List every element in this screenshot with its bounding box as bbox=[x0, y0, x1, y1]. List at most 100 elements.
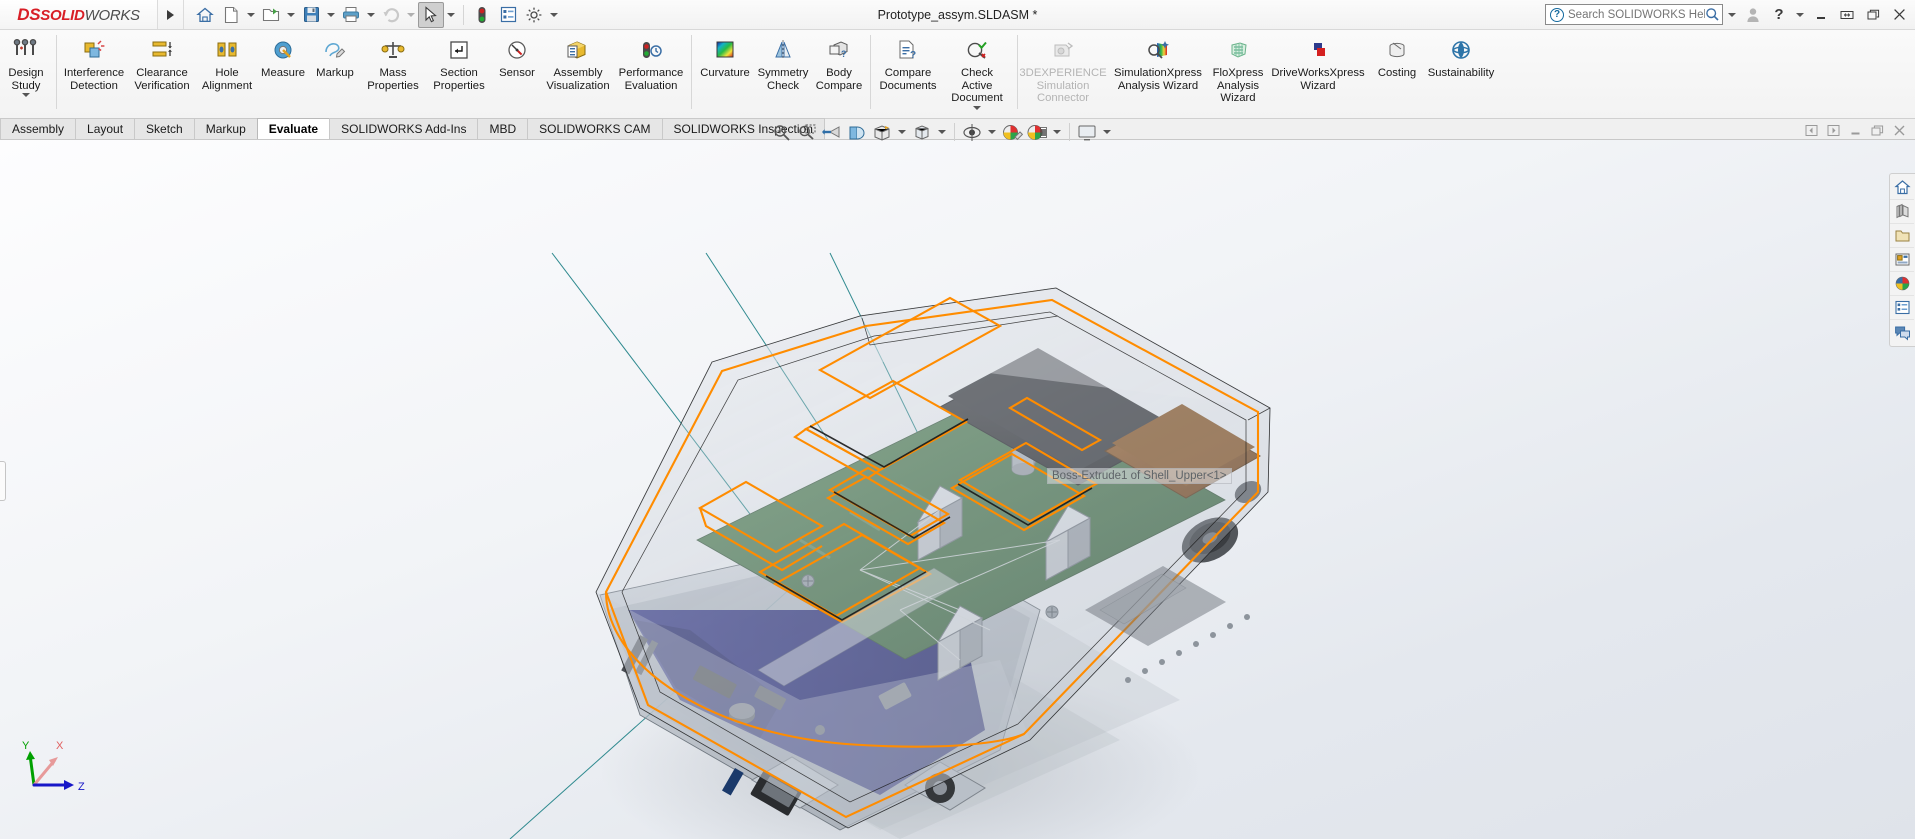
tab-layout[interactable]: Layout bbox=[75, 118, 136, 139]
help-icon[interactable]: ? bbox=[1767, 3, 1791, 27]
tab-evaluate[interactable]: Evaluate bbox=[256, 118, 331, 139]
view-settings-icon[interactable] bbox=[1075, 121, 1099, 143]
close-icon[interactable] bbox=[1887, 3, 1911, 27]
ribbon-sustainability[interactable]: Sustainability bbox=[1422, 30, 1500, 81]
svg-text:?: ? bbox=[841, 49, 847, 59]
new-document-icon[interactable] bbox=[218, 2, 244, 28]
ribbon-performance-evaluation[interactable]: Performance Evaluation bbox=[615, 30, 687, 93]
print-icon[interactable] bbox=[338, 2, 364, 28]
file-explorer-icon[interactable] bbox=[1890, 224, 1914, 248]
tab-assembly[interactable]: Assembly bbox=[0, 118, 77, 139]
apply-scene-dropdown[interactable] bbox=[1050, 119, 1064, 145]
select-cursor-icon[interactable] bbox=[418, 1, 444, 28]
hide-show-items-icon[interactable] bbox=[960, 121, 984, 143]
ribbon-section-properties[interactable]: Section Properties bbox=[425, 30, 493, 93]
ribbon-clearance-verification[interactable]: Clearance Verification bbox=[127, 30, 197, 93]
tab-markup[interactable]: Markup bbox=[193, 118, 258, 139]
ribbon-measure[interactable]: Measure bbox=[257, 30, 309, 81]
ribbon-compare-documents[interactable]: ? Compare Documents bbox=[875, 30, 941, 93]
open-document-dropdown[interactable] bbox=[284, 2, 298, 28]
tab-solidworks-cam[interactable]: SOLIDWORKS CAM bbox=[527, 118, 663, 139]
maximize-icon[interactable] bbox=[1861, 3, 1885, 27]
ribbon-mass-properties[interactable]: Mass Properties bbox=[361, 30, 425, 93]
ribbon-hole-alignment[interactable]: Hole Alignment bbox=[197, 30, 257, 93]
apply-scene-icon[interactable] bbox=[1025, 121, 1049, 143]
ribbon-body-compare[interactable]: ? Body Compare bbox=[812, 30, 866, 93]
ribbon-symmetry-check[interactable]: Symmetry Check bbox=[754, 30, 812, 93]
view-settings-dropdown[interactable] bbox=[1100, 119, 1114, 145]
ribbon-interference-detection[interactable]: Interference Detection bbox=[61, 30, 127, 93]
save-icon[interactable] bbox=[298, 2, 324, 28]
user-account-icon[interactable] bbox=[1741, 3, 1765, 27]
assembly-visualization-icon bbox=[565, 35, 591, 65]
svg-text:?: ? bbox=[910, 50, 916, 61]
gear-icon[interactable] bbox=[521, 2, 547, 28]
design-study-icon bbox=[11, 35, 41, 65]
search-dropdown[interactable] bbox=[1725, 2, 1739, 28]
options-dropdown[interactable] bbox=[547, 2, 561, 28]
search-solidworks-help[interactable]: ? bbox=[1545, 4, 1723, 25]
tab-solidworks-add-ins[interactable]: SOLIDWORKS Add-Ins bbox=[329, 118, 479, 139]
design-study-dropdown[interactable] bbox=[22, 93, 30, 97]
view-orientation-dropdown[interactable] bbox=[895, 119, 909, 145]
symmetry-check-icon bbox=[770, 35, 796, 65]
ribbon-toolbar: Design Study Interference Detection Clea… bbox=[0, 30, 1915, 119]
new-document-dropdown[interactable] bbox=[244, 2, 258, 28]
view-palette-icon[interactable] bbox=[1890, 248, 1914, 272]
undo-dropdown[interactable] bbox=[404, 2, 418, 28]
ribbon-costing[interactable]: Costing bbox=[1372, 30, 1422, 81]
search-input[interactable] bbox=[1568, 8, 1705, 21]
next-document-icon[interactable] bbox=[1823, 121, 1843, 139]
view-orientation-icon[interactable] bbox=[870, 121, 894, 143]
select-dropdown[interactable] bbox=[444, 2, 458, 28]
design-library-icon[interactable] bbox=[1890, 200, 1914, 224]
tab-sketch[interactable]: Sketch bbox=[134, 118, 195, 139]
previous-document-icon[interactable] bbox=[1801, 121, 1821, 139]
restore-document-icon[interactable] bbox=[1867, 121, 1887, 139]
print-dropdown[interactable] bbox=[364, 2, 378, 28]
rebuild-icon[interactable] bbox=[469, 2, 495, 28]
tab-mbd[interactable]: MBD bbox=[477, 118, 529, 139]
zoom-to-fit-icon[interactable] bbox=[770, 121, 794, 143]
display-style-icon[interactable] bbox=[910, 121, 934, 143]
file-properties-icon[interactable] bbox=[495, 2, 521, 28]
close-document-icon[interactable] bbox=[1889, 121, 1909, 139]
custom-properties-icon[interactable] bbox=[1890, 296, 1914, 320]
ribbon-check-active-document[interactable]: Check Active Document bbox=[941, 30, 1013, 111]
open-document-icon[interactable] bbox=[258, 2, 284, 28]
model-3d-view[interactable] bbox=[0, 140, 1915, 839]
ribbon-sensor[interactable]: Sensor bbox=[493, 30, 541, 81]
ribbon-3dexperience-simulation-connector[interactable]: 3DEXPERIENCE Simulation Connector bbox=[1019, 30, 1107, 106]
menu-expand-arrow[interactable] bbox=[158, 0, 184, 29]
ribbon-curvature[interactable]: Curvature bbox=[696, 30, 754, 81]
previous-view-icon[interactable] bbox=[820, 121, 844, 143]
feature-tree-collapse-handle[interactable] bbox=[0, 461, 6, 501]
ribbon-markup[interactable]: Markup bbox=[309, 30, 361, 81]
appearances-scenes-icon[interactable] bbox=[1890, 272, 1914, 296]
display-style-dropdown[interactable] bbox=[935, 119, 949, 145]
check-active-document-dropdown[interactable] bbox=[973, 106, 981, 110]
ribbon-design-study[interactable]: Design Study bbox=[0, 30, 52, 98]
ribbon-simulationxpress-analysis-wizard[interactable]: SimulationXpress Analysis Wizard bbox=[1104, 30, 1212, 93]
minimize-icon[interactable] bbox=[1809, 3, 1833, 27]
help-question-icon: ? bbox=[1550, 7, 1564, 22]
help-dropdown[interactable] bbox=[1793, 2, 1807, 28]
ribbon-driveworksxpress-wizard[interactable]: DriveWorksXpress Wizard bbox=[1264, 30, 1372, 93]
document-window-controls bbox=[1801, 119, 1909, 141]
section-view-icon[interactable] bbox=[845, 121, 869, 143]
edit-appearance-icon[interactable] bbox=[1000, 121, 1024, 143]
solidworks-resources-home-icon[interactable] bbox=[1890, 176, 1914, 200]
minimize-document-icon[interactable] bbox=[1845, 121, 1865, 139]
hide-show-items-dropdown[interactable] bbox=[985, 119, 999, 145]
graphics-area[interactable]: Boss-Extrude1 of Shell_Upper<1> Y X Z bbox=[0, 140, 1915, 839]
restore-width-icon[interactable] bbox=[1835, 3, 1859, 27]
home-icon[interactable] bbox=[192, 2, 218, 28]
measure-icon bbox=[270, 35, 296, 65]
ribbon-assembly-visualization[interactable]: Assembly Visualization bbox=[541, 30, 615, 93]
undo-icon[interactable] bbox=[378, 2, 404, 28]
markup-comments-icon[interactable] bbox=[1890, 320, 1914, 344]
ribbon-floxpress-analysis-wizard[interactable]: FloXpress Analysis Wizard bbox=[1212, 30, 1264, 106]
ribbon-label-hole-alignment: Hole Alignment bbox=[201, 67, 253, 92]
save-dropdown[interactable] bbox=[324, 2, 338, 28]
zoom-to-area-icon[interactable] bbox=[795, 121, 819, 143]
